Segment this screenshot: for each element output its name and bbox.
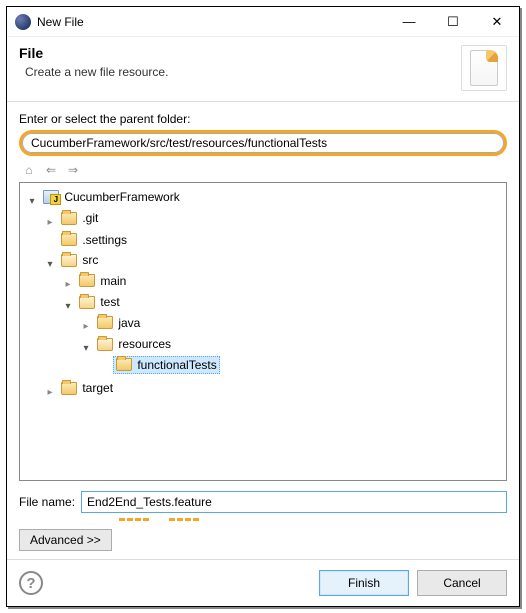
tree-label: src — [82, 253, 98, 267]
tree-folder-target[interactable]: target — [59, 379, 115, 397]
window-title: New File — [37, 15, 387, 29]
finish-button[interactable]: Finish — [319, 570, 409, 596]
tree-label: test — [100, 295, 119, 309]
expand-toggle[interactable] — [62, 279, 74, 291]
folder-icon — [61, 233, 77, 246]
dialog-window: New File — ☐ ✕ File Create a new file re… — [6, 6, 520, 607]
wizard-banner: File Create a new file resource. — [7, 37, 519, 102]
parent-folder-input[interactable] — [22, 133, 504, 153]
minimize-button[interactable]: — — [387, 7, 431, 36]
expand-toggle[interactable] — [44, 259, 56, 271]
filename-input[interactable] — [81, 491, 507, 513]
expand-toggle[interactable] — [26, 196, 38, 208]
cancel-button[interactable]: Cancel — [417, 570, 507, 596]
expand-toggle[interactable] — [44, 387, 56, 399]
folder-icon — [79, 274, 95, 287]
folder-icon — [61, 382, 77, 395]
banner-heading: File — [19, 45, 461, 61]
tree-project[interactable]: CucumberFramework — [41, 188, 181, 206]
tree-label: main — [100, 274, 126, 288]
tree-folder-java[interactable]: java — [95, 314, 142, 332]
folder-icon — [61, 212, 77, 225]
tree-label: .git — [82, 211, 98, 225]
tree-folder-git[interactable]: .git — [59, 209, 100, 227]
tree-label: functionalTests — [137, 358, 216, 372]
tree-folder-settings[interactable]: .settings — [59, 231, 129, 249]
folder-icon — [116, 358, 132, 371]
maximize-button[interactable]: ☐ — [431, 7, 475, 36]
dialog-footer: ? Finish Cancel — [7, 559, 519, 606]
expand-toggle[interactable] — [44, 217, 56, 229]
titlebar: New File — ☐ ✕ — [7, 7, 519, 37]
back-icon[interactable]: ⇐ — [43, 162, 59, 178]
expand-toggle[interactable] — [80, 321, 92, 333]
tree-folder-functionaltests[interactable]: functionalTests — [113, 356, 219, 374]
tree-label: .settings — [82, 233, 127, 247]
dialog-content: Enter or select the parent folder: ⌂ ⇐ ⇒… — [7, 102, 519, 559]
advanced-button[interactable]: Advanced >> — [19, 529, 112, 551]
eclipse-icon — [15, 14, 31, 30]
tree-label: java — [118, 316, 140, 330]
folder-open-icon — [61, 254, 77, 267]
expand-toggle[interactable] — [62, 301, 74, 313]
folder-icon — [97, 316, 113, 329]
tree-label: target — [82, 381, 113, 395]
expand-toggle — [44, 234, 56, 246]
expand-toggle — [98, 359, 110, 371]
tree-toolbar: ⌂ ⇐ ⇒ — [19, 158, 507, 182]
tree-folder-main[interactable]: main — [77, 272, 128, 290]
tree-folder-src[interactable]: src — [59, 251, 100, 269]
expand-toggle[interactable] — [80, 343, 92, 355]
annotation-underline — [19, 515, 507, 521]
close-button[interactable]: ✕ — [475, 7, 519, 36]
folder-open-icon — [79, 296, 95, 309]
parent-folder-label: Enter or select the parent folder: — [19, 112, 507, 126]
tree-label: CucumberFramework — [64, 190, 179, 204]
folder-open-icon — [97, 338, 113, 351]
banner-description: Create a new file resource. — [19, 65, 461, 79]
project-icon — [43, 190, 59, 204]
tree-folder-resources[interactable]: resources — [95, 335, 173, 353]
filename-label: File name: — [19, 495, 75, 509]
help-icon[interactable]: ? — [19, 571, 43, 595]
new-file-icon — [461, 45, 507, 91]
tree-label: resources — [118, 337, 171, 351]
forward-icon[interactable]: ⇒ — [65, 162, 81, 178]
folder-tree[interactable]: CucumberFramework .git — [19, 182, 507, 481]
home-icon[interactable]: ⌂ — [21, 162, 37, 178]
parent-folder-highlight — [19, 130, 507, 156]
tree-folder-test[interactable]: test — [77, 293, 121, 311]
